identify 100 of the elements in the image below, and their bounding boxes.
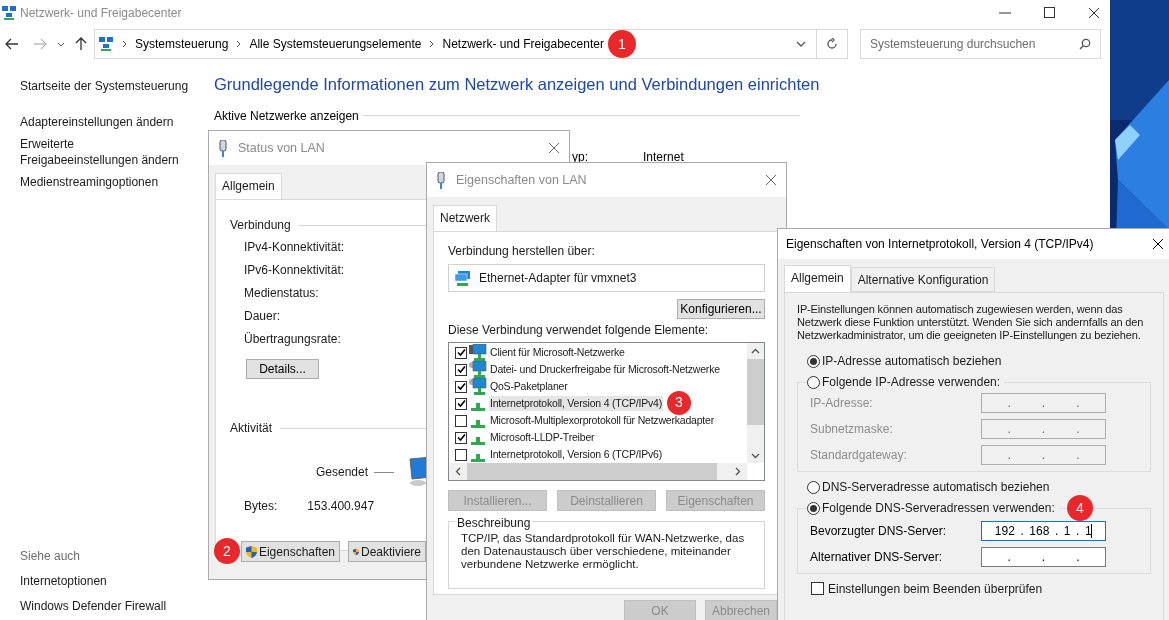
list-item[interactable]: Datei- und Druckerfreigabe für Microsoft-Netzwerke	[489, 361, 721, 378]
shield-icon	[246, 544, 257, 559]
list-item[interactable]: Internetprotokoll, Version 4 (TCP/IPv4)	[489, 395, 663, 412]
close-icon[interactable]	[1152, 237, 1164, 250]
checkbox[interactable]	[455, 380, 467, 393]
ip-address-field[interactable]: . . .	[981, 546, 1106, 567]
radio-button[interactable]	[807, 375, 820, 389]
dialog-title: Eigenschaften von LAN	[456, 171, 587, 189]
dialog-tab[interactable]: Allgemein	[784, 264, 851, 293]
checkbox[interactable]	[455, 363, 467, 376]
network-protocol-icon	[471, 402, 485, 411]
network-client-icon	[469, 344, 487, 361]
control-panel-icon	[98, 36, 114, 52]
search-field[interactable]: Systemsteuerung durchsuchen	[860, 29, 1101, 59]
shield-button[interactable]: Eigenschaften	[241, 541, 340, 562]
sidebar-link[interactable]: Startseite der Systemsteuerung	[20, 78, 190, 94]
scroll-down-icon[interactable]	[751, 453, 760, 459]
scroll-left-icon[interactable]	[455, 467, 461, 476]
field-label: Gesendet	[316, 464, 369, 481]
field-value: 153.400.947	[307, 498, 375, 515]
field-label: Alternativer DNS-Server:	[810, 548, 943, 566]
checkbox[interactable]	[455, 414, 467, 427]
list-item[interactable]: Client für Microsoft-Netzwerke	[489, 344, 626, 361]
sidebar-link[interactable]: Medienstreamingoptionen	[20, 174, 190, 190]
field-label: Subnetzmaske:	[810, 420, 893, 438]
dialog-tab[interactable]: Alternative Konfiguration	[850, 266, 996, 292]
refresh-button[interactable]	[817, 29, 848, 59]
sidebar-link[interactable]: Windows Defender Firewall	[20, 597, 194, 615]
shield-button[interactable]: Deaktiviere	[348, 541, 426, 562]
breadcrumb-item[interactable]: Alle Systemsteuerungselemente	[249, 35, 422, 53]
sidebar-link[interactable]: Adaptereinstellungen ändern	[20, 114, 190, 130]
list-item[interactable]: QoS-Paketplaner	[489, 378, 569, 395]
list-item[interactable]: Microsoft-LLDP-Treiber	[489, 429, 596, 446]
field-value: Internet	[643, 148, 684, 166]
minimize-icon[interactable]	[999, 11, 1011, 14]
number-badge: 4	[1066, 495, 1093, 522]
chevron-right-icon	[236, 40, 242, 48]
field-label: Standardgateway:	[810, 446, 907, 464]
checkbox-label: Einstellungen beim Beenden überprüfen	[828, 580, 1043, 598]
sidebar-link[interactable]: Internetoptionen	[20, 572, 194, 590]
number-badge: 3	[666, 390, 691, 415]
sidebar-link[interactable]: Erweiterte Freigabeeinstellungen ändern	[20, 136, 190, 168]
checkbox[interactable]	[455, 431, 467, 444]
vertical-scrollbar[interactable]	[747, 343, 764, 463]
network-protocol-icon	[471, 436, 485, 445]
checkbox[interactable]	[455, 448, 467, 461]
network-service-icon	[469, 378, 487, 395]
radio-label: Folgende IP-Adresse verwenden:	[822, 374, 1005, 390]
breadcrumb-item[interactable]: Netzwerk- und Freigabecenter	[442, 35, 604, 53]
field-label: Bevorzugter DNS-Server:	[810, 522, 947, 540]
section-heading: Aktive Netzwerke anzeigen	[214, 107, 359, 125]
group-title: Verbindung	[230, 217, 291, 234]
configure-button[interactable]: Konfigurieren...	[677, 299, 765, 319]
dialog-tab[interactable]: Netzwerk	[433, 205, 497, 232]
list-item[interactable]: Internetprotokoll, Version 6 (TCP/IPv6)	[489, 446, 663, 463]
radio-button[interactable]	[807, 501, 820, 515]
chevron-right-icon	[429, 40, 435, 48]
field-label: Bytes:	[244, 498, 278, 515]
field-label: Verbindung herstellen über:	[448, 243, 595, 260]
up-arrow-icon[interactable]	[75, 37, 87, 51]
see-also-heading: Siehe auch	[20, 548, 82, 565]
radio-button[interactable]	[807, 354, 820, 368]
checkbox[interactable]	[811, 582, 824, 596]
window-title: Netzwerk- und Freigabecenter	[20, 4, 182, 22]
number-badge: 1	[607, 30, 636, 58]
address-bar[interactable]: Systemsteuerung Alle Systemsteuerungselemente Netzwerk- und Freigabecenter 1	[94, 29, 817, 59]
checkbox[interactable]	[455, 397, 467, 410]
ip-address-field[interactable]: 192 . 168 . 1 . 1	[981, 520, 1106, 541]
chevron-down-icon[interactable]	[57, 41, 65, 47]
dialog-tab[interactable]: Allgemein	[215, 173, 282, 200]
field-label: Dauer:	[244, 308, 281, 325]
network-plug-icon	[436, 171, 446, 189]
network-protocol-icon	[471, 419, 485, 428]
close-icon[interactable]	[1088, 6, 1100, 19]
description-text: TCP/IP, das Standardprotokoll für WAN-Netzwerke, das den Datenaustausch über verschiedene, miteinander verbundene Netzwerke ermöglicht.	[461, 532, 746, 571]
refresh-icon	[826, 38, 838, 50]
scroll-right-icon[interactable]	[735, 467, 741, 476]
intro-text: IP-Einstellungen können automatisch zugewiesen werden, wenn das Netzwerk diese Funktion unterstützt. Wenden Sie sich andernfalls an den Netzwerkadministrator, um die geeigneten IP-Einstellungen zu beziehen.	[797, 302, 1145, 342]
horizontal-scrollbar[interactable]	[449, 463, 747, 480]
dialog-title: Eigenschaften von Internetprotokoll, Version 4 (TCP/IPv4)	[786, 235, 1094, 253]
search-icon[interactable]	[1079, 38, 1091, 50]
scroll-up-icon[interactable]	[751, 348, 760, 354]
page-heading: Grundlegende Informationen zum Netzwerk anzeigen und Verbindungen einrichten	[214, 74, 820, 95]
field-label: IPv6-Konnektivität:	[244, 262, 345, 279]
radio-button[interactable]	[807, 480, 820, 494]
network-adapter-icon	[455, 270, 471, 286]
list-item[interactable]: Microsoft-Multiplexorprotokoll für Netzwerkadapter	[489, 412, 715, 429]
checkbox[interactable]	[455, 346, 467, 359]
number-badge: 2	[214, 538, 240, 564]
maximize-icon[interactable]	[1044, 7, 1055, 18]
network-service-icon	[469, 361, 487, 378]
network-center-icon	[2, 5, 16, 20]
network-plug-icon	[218, 139, 228, 157]
breadcrumb-item[interactable]: Systemsteuerung	[135, 35, 229, 53]
back-arrow-icon[interactable]	[5, 38, 19, 50]
field-label: Diese Verbindung verwendet folgende Elemente:	[448, 322, 709, 339]
field-label: Medienstatus:	[244, 285, 319, 302]
details-button[interactable]: Details...	[246, 359, 319, 379]
field-label: IP-Adresse:	[810, 394, 873, 412]
chevron-down-icon[interactable]	[796, 41, 806, 47]
